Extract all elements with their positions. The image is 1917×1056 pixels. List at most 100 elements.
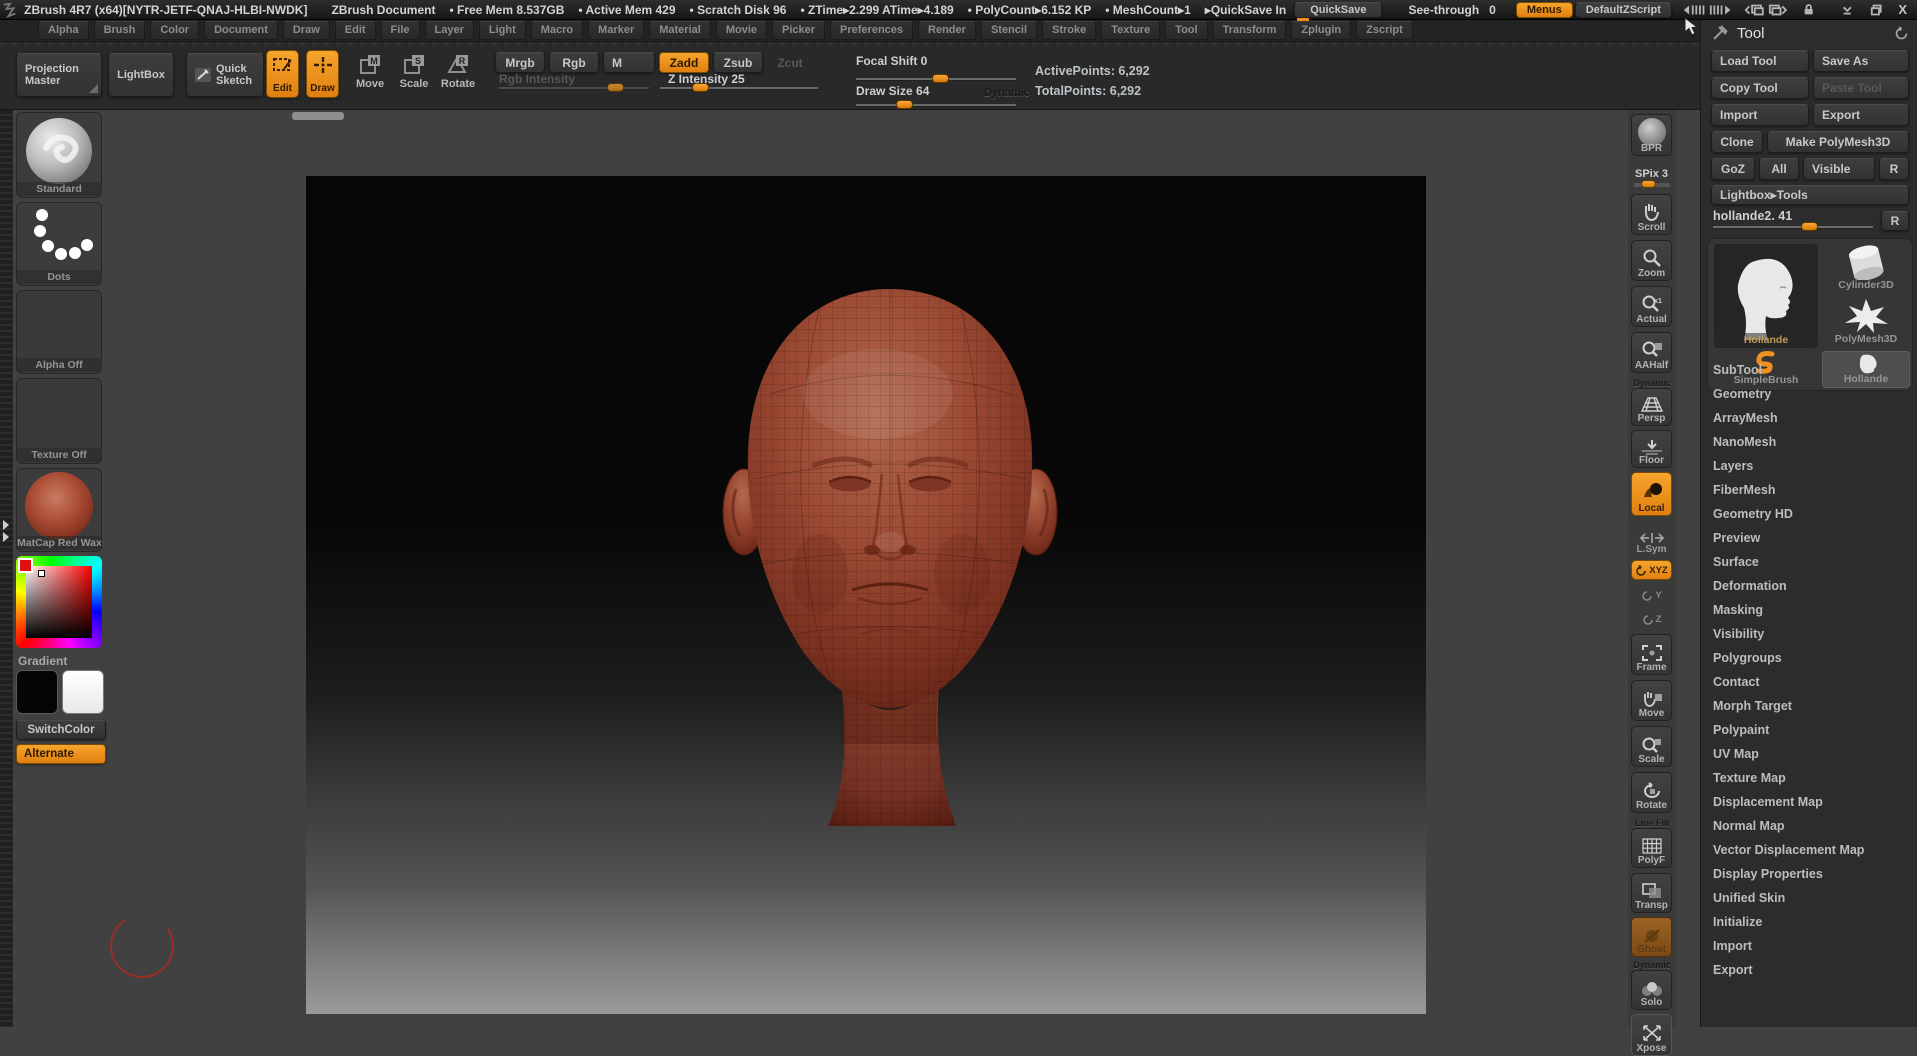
floor-button[interactable]: Floor [1631, 430, 1672, 468]
lightbox-button[interactable]: LightBox [108, 53, 174, 97]
subpalette-item[interactable]: Geometry HD [1701, 502, 1917, 526]
subpalette-item[interactable]: Unified Skin [1701, 886, 1917, 910]
menu-item[interactable]: Color [150, 21, 199, 40]
focal-shift-slider[interactable]: Focal Shift 0 [856, 54, 927, 68]
save-as-button[interactable]: Save As [1813, 50, 1909, 72]
rgb-intensity-slider[interactable]: Rgb Intensity [499, 72, 575, 86]
draw-size-slider[interactable]: Draw Size 64 [856, 84, 929, 98]
stroke-thumbnail[interactable]: Dots [16, 202, 102, 286]
rot-y-button[interactable]: Y [1631, 584, 1672, 606]
menu-item[interactable]: Texture [1101, 21, 1160, 40]
persp-button[interactable]: Persp [1631, 388, 1672, 426]
menu-item[interactable]: Layer [425, 21, 474, 40]
local-button[interactable]: Local [1631, 472, 1672, 516]
scale-3d-button[interactable]: Scale [1631, 726, 1672, 767]
default-zscript-button[interactable]: DefaultZScript [1575, 2, 1672, 18]
subpalette-item[interactable]: Vector Displacement Map [1701, 838, 1917, 862]
dock-left-icon[interactable] [1744, 3, 1764, 17]
subpalette-item[interactable]: Morph Target [1701, 694, 1917, 718]
scale-button[interactable]: S Scale [394, 52, 434, 98]
subpalette-item[interactable]: Surface [1701, 550, 1917, 574]
move-button[interactable]: M Move [350, 52, 390, 98]
menu-item[interactable]: Draw [283, 21, 330, 40]
sv-square[interactable] [26, 566, 92, 638]
active-tool-track[interactable] [1713, 226, 1873, 228]
zsub-button[interactable]: Zsub [713, 52, 763, 73]
see-through-label[interactable]: See-through [1408, 3, 1479, 17]
tool-thumb-polymesh3d[interactable]: PolyMesh3D [1824, 297, 1908, 347]
subpalette-item[interactable]: UV Map [1701, 742, 1917, 766]
menu-item[interactable]: Alpha [38, 21, 89, 40]
left-divider-strip[interactable] [0, 42, 13, 1027]
subpalette-item[interactable]: Preview [1701, 526, 1917, 550]
subpalette-item[interactable]: Export [1701, 958, 1917, 982]
subpalette-item[interactable]: Visibility [1701, 622, 1917, 646]
subpalette-item[interactable]: Deformation [1701, 574, 1917, 598]
subpalette-item[interactable]: NanoMesh [1701, 430, 1917, 454]
rgb-intensity-handle[interactable] [607, 83, 624, 92]
menu-item[interactable]: Zplugin [1291, 21, 1351, 40]
head-model[interactable] [700, 274, 1080, 826]
close-button[interactable]: X [1898, 2, 1907, 17]
xyz-button[interactable]: XYZ [1631, 560, 1672, 580]
main-color-swatch[interactable] [16, 670, 58, 714]
material-thumbnail[interactable]: MatCap Red Wax [16, 468, 102, 552]
rgb-button[interactable]: Rgb [549, 52, 599, 73]
menu-item[interactable]: Transform [1213, 21, 1287, 40]
goz-button[interactable]: GoZ [1711, 158, 1755, 180]
move-3d-button[interactable]: Move [1631, 680, 1672, 721]
frame-button[interactable]: Frame [1631, 634, 1672, 675]
polyf-button[interactable]: PolyF [1631, 828, 1672, 868]
m-button[interactable]: M [603, 52, 655, 73]
menu-item[interactable]: Brush [94, 21, 146, 40]
menu-item[interactable]: Render [918, 21, 976, 40]
subpalette-item[interactable]: Normal Map [1701, 814, 1917, 838]
rgb-intensity-track[interactable] [499, 87, 649, 89]
menu-item[interactable]: Picker [772, 21, 825, 40]
subpalette-item[interactable]: Contact [1701, 670, 1917, 694]
gradient-label[interactable]: Gradient [18, 654, 67, 668]
transp-button[interactable]: Transp [1631, 873, 1672, 913]
zcut-button[interactable]: Zcut [767, 52, 813, 73]
subpalette-item[interactable]: Initialize [1701, 910, 1917, 934]
ghost-button[interactable]: Ghost [1631, 917, 1672, 957]
tool-thumb-cylinder3d[interactable]: Cylinder3D [1824, 244, 1908, 293]
edit-button[interactable]: Edit [266, 50, 299, 98]
lock-icon[interactable] [1802, 2, 1815, 17]
load-tool-button[interactable]: Load Tool [1711, 50, 1809, 72]
rotate-button[interactable]: R Rotate [438, 52, 478, 98]
menu-item[interactable]: Stroke [1042, 21, 1096, 40]
lightbox-tools-button[interactable]: Lightbox▸Tools [1711, 185, 1909, 205]
z-intensity-track[interactable] [660, 87, 818, 89]
bpr-button[interactable]: BPR [1631, 114, 1672, 156]
spix-handle[interactable] [1641, 180, 1656, 188]
subpalette-item[interactable]: Texture Map [1701, 766, 1917, 790]
clone-button[interactable]: Clone [1711, 131, 1763, 153]
paste-tool-button[interactable]: Paste Tool [1813, 77, 1909, 99]
rotate-3d-button[interactable]: Rotate [1631, 772, 1672, 813]
lsym-button[interactable]: L.Sym [1631, 522, 1672, 556]
all-button[interactable]: All [1759, 158, 1799, 180]
document-canvas[interactable] [306, 176, 1426, 1014]
menu-item[interactable]: Edit [335, 21, 376, 40]
quick-sketch-button[interactable]: Quick Sketch [186, 53, 264, 97]
make-polymesh3d-button[interactable]: Make PolyMesh3D [1767, 131, 1909, 153]
subpalette-item[interactable]: Layers [1701, 454, 1917, 478]
alpha-thumbnail[interactable]: Alpha Off [16, 290, 102, 374]
spix-track[interactable] [1634, 183, 1670, 187]
menu-item[interactable]: File [381, 21, 420, 40]
z-intensity-handle[interactable] [692, 83, 709, 92]
minimize-icon[interactable] [1841, 3, 1854, 17]
export-button[interactable]: Export [1813, 104, 1909, 126]
tool-thumb-hollande[interactable]: Hollande [1714, 244, 1818, 348]
subpalette-item[interactable]: Displacement Map [1701, 790, 1917, 814]
projection-master-button[interactable]: Projection Master [16, 53, 102, 97]
texture-thumbnail[interactable]: Texture Off [16, 378, 102, 464]
menu-item[interactable]: Document [204, 21, 278, 40]
menu-item[interactable]: Preferences [830, 21, 913, 40]
tray-handle[interactable] [292, 112, 344, 120]
menus-button[interactable]: Menus [1516, 2, 1573, 18]
active-tool-r-button[interactable]: R [1881, 211, 1909, 231]
spix-slider[interactable]: SPix 3 [1631, 160, 1672, 188]
mrgb-button[interactable]: Mrgb [495, 52, 545, 73]
